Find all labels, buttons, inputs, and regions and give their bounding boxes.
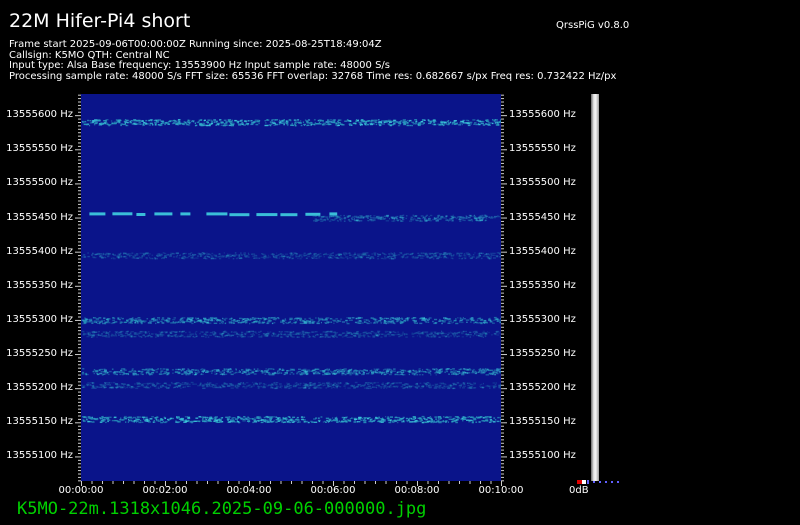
freq-label-left: 13555600 Hz [6, 109, 73, 121]
axes-ticks [75, 94, 507, 486]
freq-label-right: 13555300 Hz [509, 313, 576, 325]
freq-label-left: 13555100 Hz [6, 450, 73, 462]
freq-label-left: 13555150 Hz [6, 416, 73, 428]
time-label: 00:08:00 [394, 485, 440, 496]
freq-label-left: 13555500 Hz [6, 177, 73, 189]
freq-label-left: 13555250 Hz [6, 348, 73, 360]
db-scale [577, 480, 619, 484]
freq-label-left: 13555200 Hz [6, 382, 73, 394]
freq-label-left: 13555350 Hz [6, 279, 73, 291]
freq-label-right: 13555600 Hz [509, 109, 576, 121]
freq-label-right: 13555200 Hz [509, 382, 576, 394]
freq-label-left: 13555400 Hz [6, 245, 73, 257]
freq-label-right: 13555150 Hz [509, 416, 576, 428]
freq-label-right: 13555500 Hz [509, 177, 576, 189]
time-label: 00:10:00 [478, 485, 524, 496]
freq-label-left: 13555550 Hz [6, 143, 73, 155]
freq-label-right: 13555100 Hz [509, 450, 576, 462]
signal-intensity-bar [591, 94, 599, 481]
time-label: 00:00:00 [58, 485, 104, 496]
freq-label-right: 13555450 Hz [509, 211, 576, 223]
freq-label-right: 13555250 Hz [509, 348, 576, 360]
freq-label-right: 13555550 Hz [509, 143, 576, 155]
freq-label-right: 13555350 Hz [509, 279, 576, 291]
time-label: 00:04:00 [226, 485, 272, 496]
time-label: 00:06:00 [310, 485, 356, 496]
image-filename: K5MO-22m.1318x1046.2025-09-06-000000.jpg [17, 499, 427, 519]
freq-label-left: 13555450 Hz [6, 211, 73, 223]
db-label: 0dB [569, 485, 589, 496]
time-label: 00:02:00 [142, 485, 188, 496]
freq-label-left: 13555300 Hz [6, 313, 73, 325]
freq-label-right: 13555400 Hz [509, 245, 576, 257]
